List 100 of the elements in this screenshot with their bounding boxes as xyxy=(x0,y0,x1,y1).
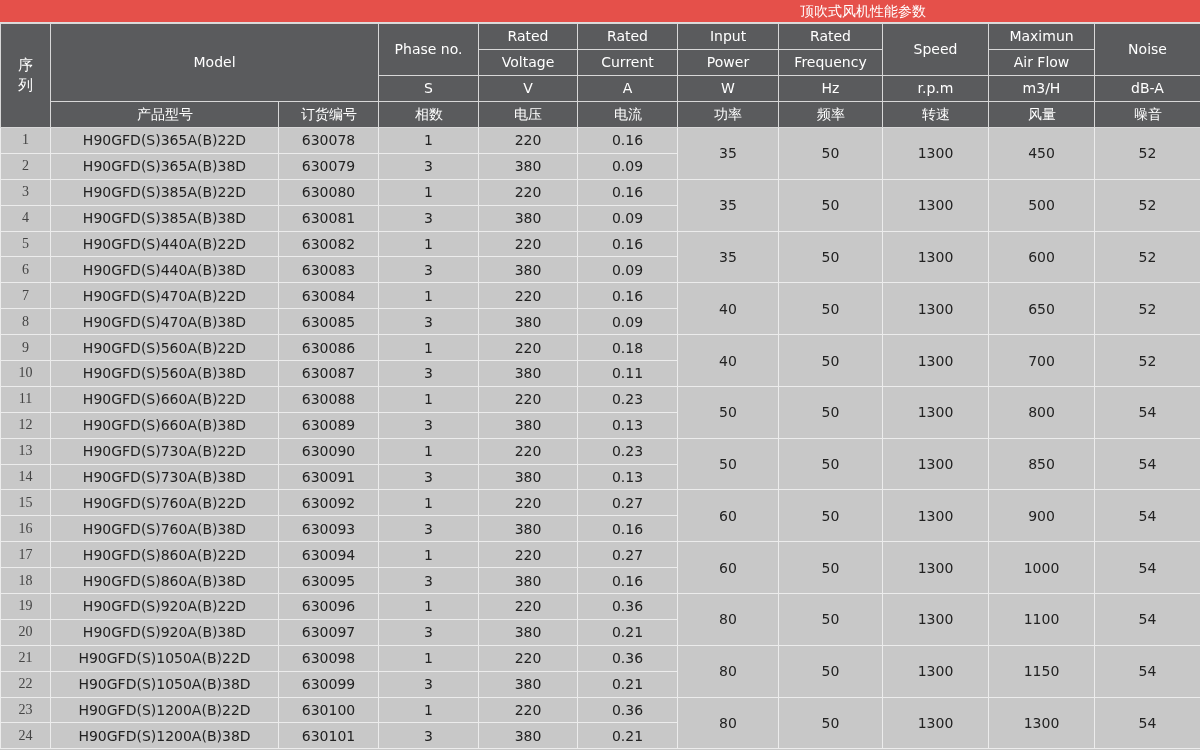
table-cell: 1 xyxy=(378,334,479,361)
table-cell: 1300 xyxy=(882,593,989,646)
table-cell: H90GFD(S)365A(B)38D xyxy=(50,153,279,180)
table-cell: 630096 xyxy=(278,593,379,620)
table-cell: 18 xyxy=(0,567,51,594)
header-cell: 电压 xyxy=(478,101,578,128)
table-cell: 630085 xyxy=(278,308,379,335)
table-cell: 1100 xyxy=(988,593,1095,646)
table-cell: 52 xyxy=(1094,231,1200,283)
table-cell: 1300 xyxy=(882,179,989,232)
table-cell: 0.09 xyxy=(577,205,678,232)
table-cell: 220 xyxy=(478,386,578,413)
header-cell: 相数 xyxy=(378,101,479,128)
table-cell: 630097 xyxy=(278,619,379,646)
table-cell: 380 xyxy=(478,153,578,180)
table-cell: H90GFD(S)730A(B)22D xyxy=(50,438,279,465)
table-cell: 21 xyxy=(0,645,51,672)
table-cell: 0.16 xyxy=(577,515,678,542)
table-cell: 630078 xyxy=(278,127,379,154)
table-cell: 35 xyxy=(677,231,779,283)
table-cell: H90GFD(S)920A(B)22D xyxy=(50,593,279,620)
table-cell: 50 xyxy=(778,645,883,698)
table-cell: 380 xyxy=(478,464,578,490)
table-cell: 54 xyxy=(1094,697,1200,749)
table-cell: 630094 xyxy=(278,541,379,568)
table-cell: 50 xyxy=(778,231,883,283)
table-cell: 15 xyxy=(0,489,51,516)
table-cell: 60 xyxy=(677,489,779,542)
table-cell: H90GFD(S)760A(B)22D xyxy=(50,489,279,516)
table-cell: 1300 xyxy=(882,282,989,335)
table-cell: 630079 xyxy=(278,153,379,180)
table-cell: 1300 xyxy=(882,127,989,180)
table-cell: 0.09 xyxy=(577,256,678,283)
table-cell: 50 xyxy=(778,541,883,594)
table-cell: 630089 xyxy=(278,412,379,439)
header-cell: Maximun xyxy=(988,23,1095,50)
table-cell: H90GFD(S)660A(B)38D xyxy=(50,412,279,439)
table-cell: 630095 xyxy=(278,567,379,594)
table-cell: 380 xyxy=(478,412,578,439)
header-cell: 订货编号 xyxy=(278,101,379,128)
table-cell: 54 xyxy=(1094,489,1200,542)
table-cell: 380 xyxy=(478,619,578,646)
table-cell: 22 xyxy=(0,671,51,698)
header-cell: Air Flow xyxy=(988,49,1095,76)
table-cell: H90GFD(S)560A(B)38D xyxy=(50,360,279,387)
table-cell: 630098 xyxy=(278,645,379,672)
table-cell: 5 xyxy=(0,231,51,257)
table-cell: 630100 xyxy=(278,697,379,723)
table-cell: 630084 xyxy=(278,282,379,309)
table-cell: 50 xyxy=(778,593,883,646)
table-cell: 630081 xyxy=(278,205,379,232)
table-cell: 380 xyxy=(478,567,578,594)
table-cell: 10 xyxy=(0,360,51,387)
table-cell: 3 xyxy=(378,671,479,698)
table-cell: 24 xyxy=(0,723,51,749)
table-cell: 380 xyxy=(478,515,578,542)
header-cell: Voltage xyxy=(478,49,578,76)
table-cell: 630083 xyxy=(278,256,379,283)
table-cell: 0.27 xyxy=(577,489,678,516)
table-cell: 50 xyxy=(778,179,883,232)
header-cell: Rated xyxy=(577,23,678,50)
table-cell: 50 xyxy=(778,334,883,387)
table-cell: 50 xyxy=(778,438,883,490)
table-cell: 630086 xyxy=(278,334,379,361)
table-cell: 380 xyxy=(478,360,578,387)
table-cell: 3 xyxy=(0,179,51,206)
header-cell: Hz xyxy=(778,75,883,102)
table-cell: 3 xyxy=(378,619,479,646)
header-cell: Model xyxy=(50,23,379,102)
table-cell: 0.21 xyxy=(577,619,678,646)
table-cell: 3 xyxy=(378,412,479,439)
table-cell: 0.21 xyxy=(577,723,678,749)
table-cell: 0.36 xyxy=(577,593,678,620)
table-cell: 1 xyxy=(378,697,479,723)
table-cell: 3 xyxy=(378,205,479,232)
table-cell: 35 xyxy=(677,127,779,180)
table-cell: 900 xyxy=(988,489,1095,542)
table-cell: H90GFD(S)385A(B)22D xyxy=(50,179,279,206)
table-cell: 630101 xyxy=(278,723,379,749)
table-cell: 0.23 xyxy=(577,438,678,465)
table-cell: 35 xyxy=(677,179,779,232)
table-cell: 52 xyxy=(1094,127,1200,180)
table-cell: 1300 xyxy=(988,697,1095,749)
table-title: 顶吹式风机性能参数 xyxy=(800,2,926,21)
table-cell: 3 xyxy=(378,515,479,542)
table-cell: 1 xyxy=(378,438,479,465)
table-cell: H90GFD(S)1050A(B)22D xyxy=(50,645,279,672)
table-cell: 630088 xyxy=(278,386,379,413)
table-cell: 50 xyxy=(677,438,779,490)
table-cell: 0.09 xyxy=(577,308,678,335)
table-cell: 8 xyxy=(0,308,51,335)
table-cell: 50 xyxy=(778,127,883,180)
table-cell: 11 xyxy=(0,386,51,413)
header-cell: r.p.m xyxy=(882,75,989,102)
header-cell: 转速 xyxy=(882,101,989,128)
table-cell: 3 xyxy=(378,153,479,180)
table-cell: H90GFD(S)560A(B)22D xyxy=(50,334,279,361)
table-cell: 0.36 xyxy=(577,645,678,672)
table-cell: 3 xyxy=(378,360,479,387)
header-cell: 产品型号 xyxy=(50,101,279,128)
